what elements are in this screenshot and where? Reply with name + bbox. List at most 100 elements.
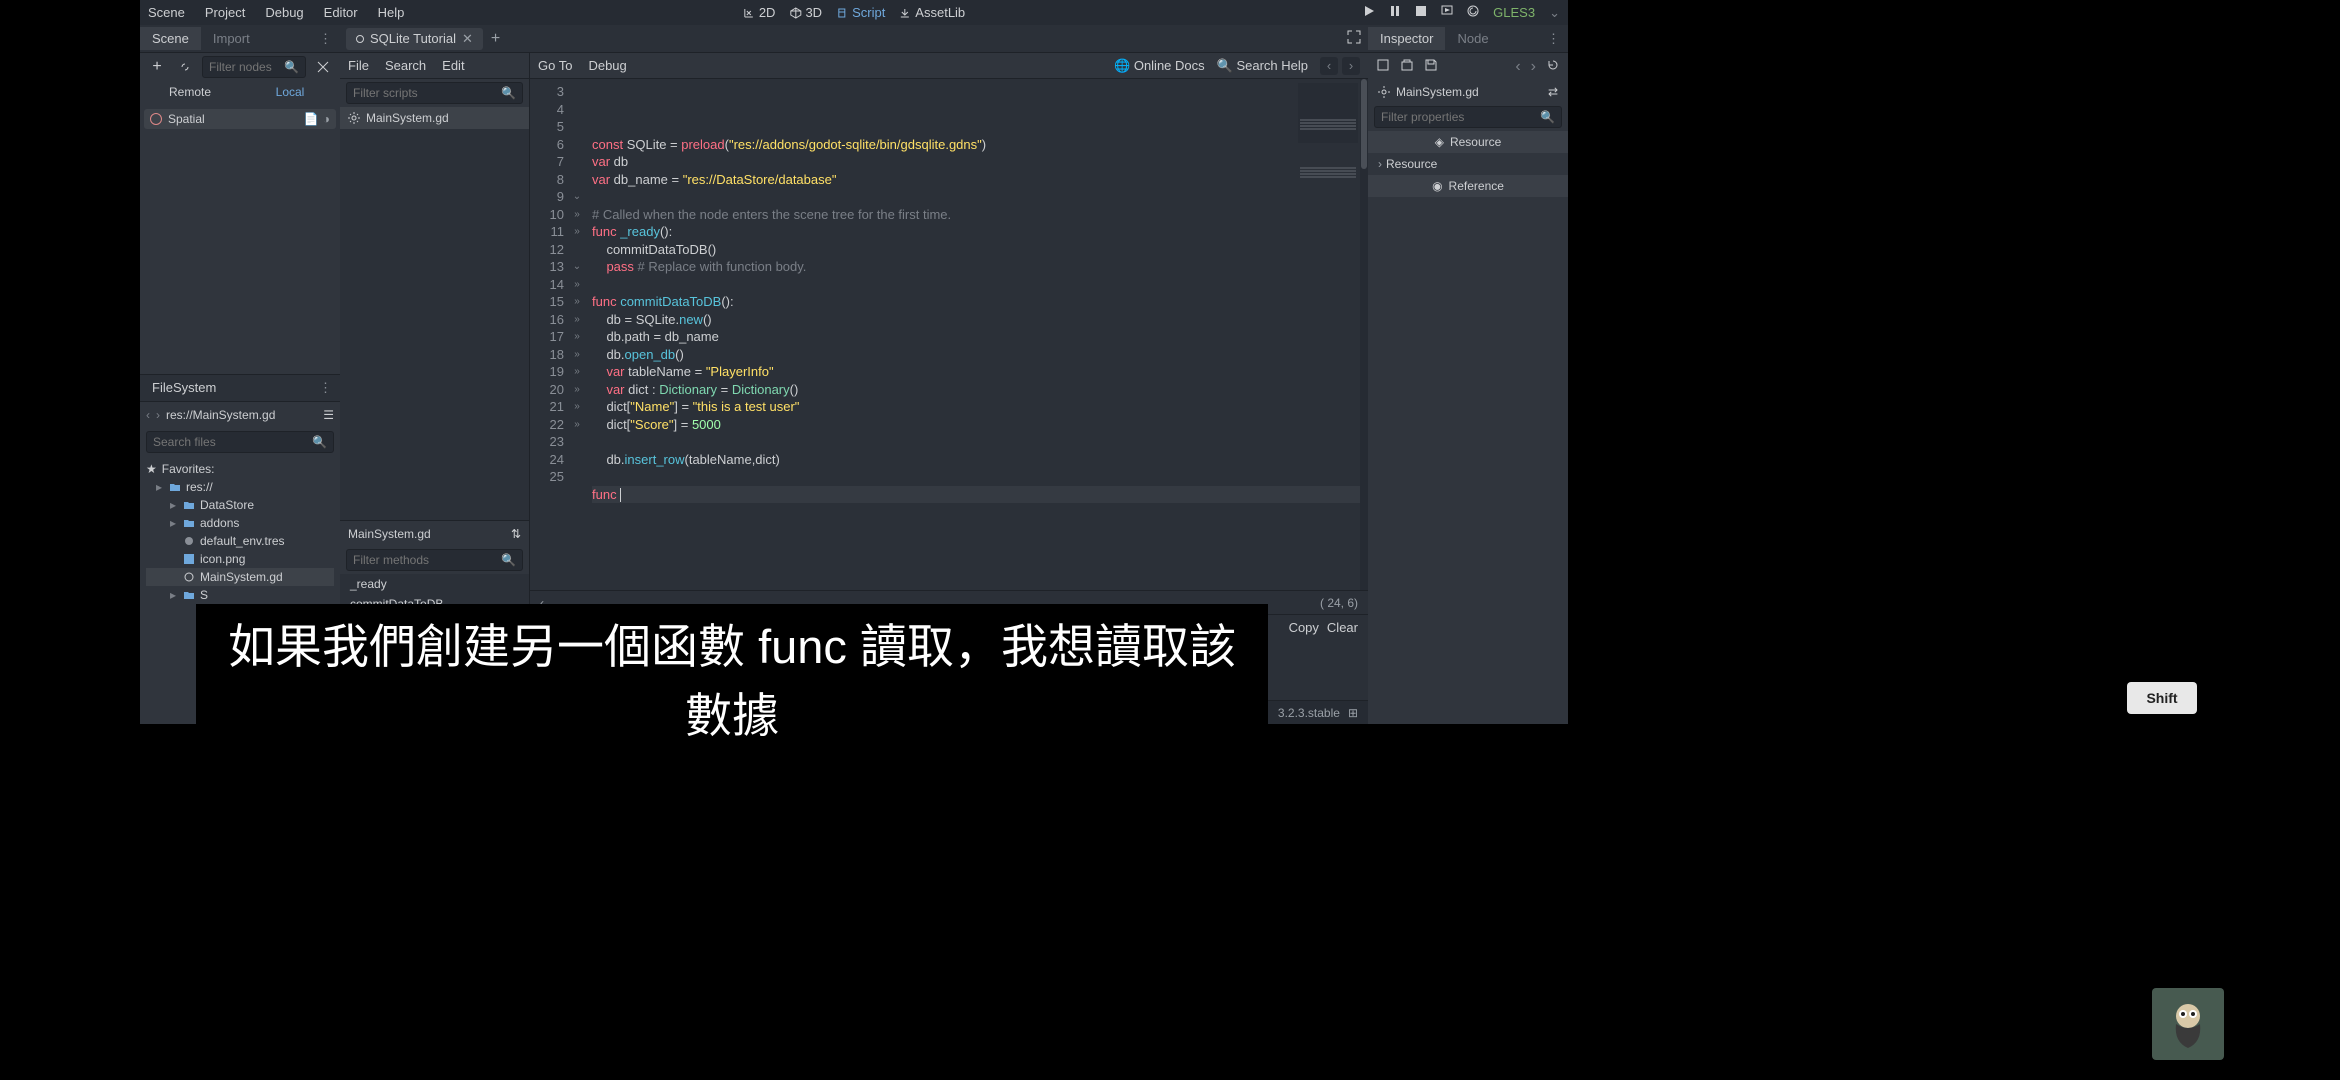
code-editor[interactable]: 345678910111213141516171819202122232425 … [530, 79, 1368, 590]
visibility-icon[interactable]: ◑ [323, 112, 330, 126]
load-resource-icon[interactable] [1400, 58, 1414, 77]
methods-sort-icon[interactable]: ⇅ [511, 527, 521, 541]
distraction-free-icon[interactable] [1346, 29, 1362, 48]
play-scene-button[interactable] [1441, 5, 1453, 20]
editor-tab[interactable]: SQLite Tutorial ✕ [346, 28, 483, 50]
spatial-icon [150, 113, 162, 125]
fs-item[interactable]: default_env.tres [146, 532, 334, 550]
workspace-assetlib[interactable]: AssetLib [899, 5, 965, 20]
new-tab-icon[interactable]: + [491, 30, 500, 48]
fs-item[interactable]: ▸res:// [146, 478, 334, 496]
workspace-3d[interactable]: 3D [789, 5, 822, 20]
inspector-header: Inspector Node ⋮ [1368, 25, 1568, 53]
copy-button[interactable]: Copy [1289, 620, 1319, 635]
history-icon[interactable] [1546, 58, 1560, 77]
node-label: Spatial [168, 112, 205, 126]
tab-scene[interactable]: Scene [140, 27, 201, 50]
clear-button[interactable]: Clear [1327, 620, 1358, 635]
script-attached-icon[interactable]: 📄 [304, 112, 319, 126]
pause-button[interactable] [1389, 5, 1401, 20]
local-tab[interactable]: Local [240, 81, 340, 105]
shift-key-indicator: Shift [2127, 682, 2197, 714]
methods-header: MainSystem.gd ⇅ [340, 520, 529, 546]
filter-properties-input[interactable]: 🔍 [1374, 106, 1562, 128]
scene-extra-icon[interactable] [312, 56, 334, 78]
script-menu-edit[interactable]: Edit [442, 58, 464, 73]
link-icon[interactable] [174, 56, 196, 78]
tab-inspector[interactable]: Inspector [1368, 27, 1445, 50]
save-resource-icon[interactable] [1424, 58, 1438, 77]
script-menu-goto[interactable]: Go To [538, 58, 572, 73]
scene-panel-menu-icon[interactable]: ⋮ [311, 31, 340, 47]
script-menu-file[interactable]: File [348, 58, 369, 73]
section-resource[interactable]: ›Resource [1368, 153, 1568, 175]
stop-button[interactable] [1415, 5, 1427, 20]
menu-scene[interactable]: Scene [148, 5, 185, 20]
menu-help[interactable]: Help [378, 5, 405, 20]
cursor-position: ( 24, 6) [1320, 596, 1358, 610]
filter-nodes-input[interactable]: 🔍 [202, 56, 306, 78]
search-icon: 🔍 [501, 553, 516, 567]
fs-item[interactable]: icon.png [146, 550, 334, 568]
filesystem-title: FileSystem [140, 376, 228, 399]
filesystem-menu-icon[interactable]: ⋮ [311, 380, 340, 396]
caret-icon: ▸ [156, 480, 164, 494]
scene-tree: Spatial 📄 ◑ [140, 105, 340, 374]
minimap[interactable] [1298, 83, 1358, 143]
play-button[interactable] [1363, 5, 1375, 20]
scene-panel-header: Scene Import ⋮ [140, 25, 340, 53]
layout-icon[interactable]: ⊞ [1348, 706, 1358, 720]
fs-item[interactable]: MainSystem.gd [146, 568, 334, 586]
filter-methods-input[interactable]: 🔍 [346, 549, 523, 571]
fs-item[interactable]: ▸DataStore [146, 496, 334, 514]
menu-debug[interactable]: Debug [265, 5, 303, 20]
close-tab-icon[interactable]: ✕ [462, 31, 473, 47]
filter-scripts-input[interactable]: 🔍 [346, 82, 523, 104]
renderer-label[interactable]: GLES3 [1493, 5, 1535, 20]
tab-import[interactable]: Import [201, 27, 262, 50]
code-scrollbar[interactable] [1360, 79, 1368, 590]
online-docs-link[interactable]: 🌐 Online Docs [1114, 58, 1205, 74]
favorites-row[interactable]: ★Favorites: [146, 460, 334, 478]
scene-tree-root[interactable]: Spatial 📄 ◑ [144, 109, 336, 129]
workspace-script[interactable]: Script [836, 5, 885, 20]
fs-view-icon[interactable]: ☰ [323, 408, 334, 422]
nav-fwd-icon[interactable]: › [1342, 57, 1360, 75]
method-item[interactable]: _ready [340, 574, 529, 594]
category-resource[interactable]: ◈Resource [1368, 131, 1568, 153]
search-help-link[interactable]: 🔍 Search Help [1217, 58, 1308, 74]
caret-icon: ▸ [170, 588, 178, 602]
search-icon: 🔍 [312, 435, 327, 449]
add-node-icon[interactable]: + [146, 56, 168, 78]
renderer-dropdown-icon[interactable]: ⌄ [1549, 5, 1560, 21]
open-script-item[interactable]: MainSystem.gd [340, 107, 529, 129]
history-back-icon[interactable]: ‹ [1515, 58, 1520, 76]
code-area[interactable]: const SQLite = preload("res://addons/god… [584, 79, 1368, 590]
workspace-2d[interactable]: 2D [743, 5, 776, 20]
object-menu-icon[interactable]: ⇄ [1548, 85, 1558, 99]
fs-item[interactable]: ▸addons [146, 514, 334, 532]
menu-project[interactable]: Project [205, 5, 245, 20]
star-icon: ★ [146, 462, 157, 476]
inspector-menu-icon[interactable]: ⋮ [1539, 31, 1568, 47]
menu-editor[interactable]: Editor [324, 5, 358, 20]
script-menu-right: Go To Debug 🌐 Online Docs 🔍 Search Help … [530, 53, 1368, 79]
inspector-object-row[interactable]: MainSystem.gd ⇄ [1368, 81, 1568, 103]
search-files-input[interactable]: 🔍 [146, 431, 334, 453]
top-menu-bar: Scene Project Debug Editor Help 2D 3D Sc… [140, 0, 1568, 25]
fs-fwd-icon[interactable]: › [156, 408, 160, 422]
play-custom-button[interactable] [1467, 5, 1479, 20]
tab-node[interactable]: Node [1445, 27, 1500, 50]
fs-item[interactable]: ▸S [146, 586, 334, 604]
script-menu-debug[interactable]: Debug [588, 58, 626, 73]
search-icon: 🔍 [1217, 58, 1233, 73]
category-reference[interactable]: ◉Reference [1368, 175, 1568, 197]
nav-back-icon[interactable]: ‹ [1320, 57, 1338, 75]
filesystem-header: FileSystem ⋮ [140, 374, 340, 402]
search-icon: 🔍 [1540, 110, 1555, 124]
history-fwd-icon[interactable]: › [1531, 58, 1536, 76]
fs-back-icon[interactable]: ‹ [146, 408, 150, 422]
script-menu-search[interactable]: Search [385, 58, 426, 73]
remote-tab[interactable]: Remote [140, 81, 240, 105]
new-resource-icon[interactable] [1376, 58, 1390, 77]
